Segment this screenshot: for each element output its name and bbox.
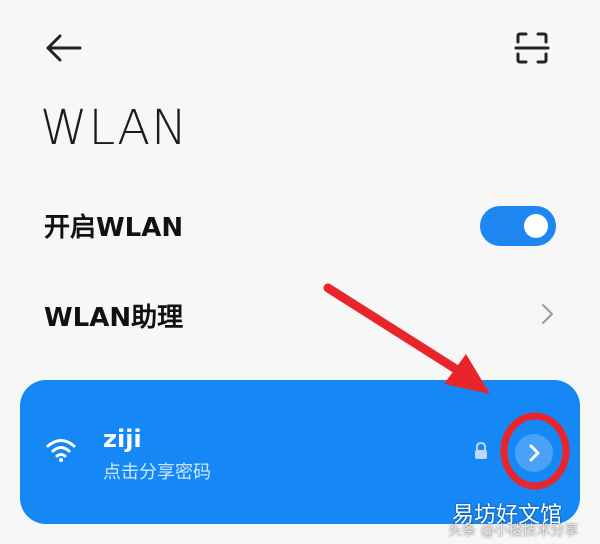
wifi-icon <box>46 437 76 463</box>
chevron-right-icon <box>542 304 553 324</box>
scan-qr-icon <box>514 32 550 64</box>
wlan-assistant-chevron[interactable] <box>537 300 559 328</box>
wlan-toggle-label: 开启WLAN <box>44 213 184 243</box>
back-button[interactable] <box>40 28 84 68</box>
share-password-hint[interactable]: 点击分享密码 <box>103 458 211 484</box>
watermark-sub: 头条 @小楼技术分享 <box>448 523 579 539</box>
annotation-arrow <box>323 283 490 394</box>
network-ssid: ziji <box>103 425 142 453</box>
wlan-assistant-item[interactable]: WLAN助理 <box>44 297 183 334</box>
wlan-toggle-switch[interactable] <box>480 206 556 246</box>
page-title: WLAN <box>40 100 189 156</box>
chevron-right-icon <box>529 444 540 462</box>
scan-button[interactable] <box>510 26 554 70</box>
toggle-knob <box>524 214 548 238</box>
lock-icon <box>473 441 489 460</box>
network-detail-button[interactable] <box>515 434 553 472</box>
arrow-left-icon <box>46 34 82 62</box>
